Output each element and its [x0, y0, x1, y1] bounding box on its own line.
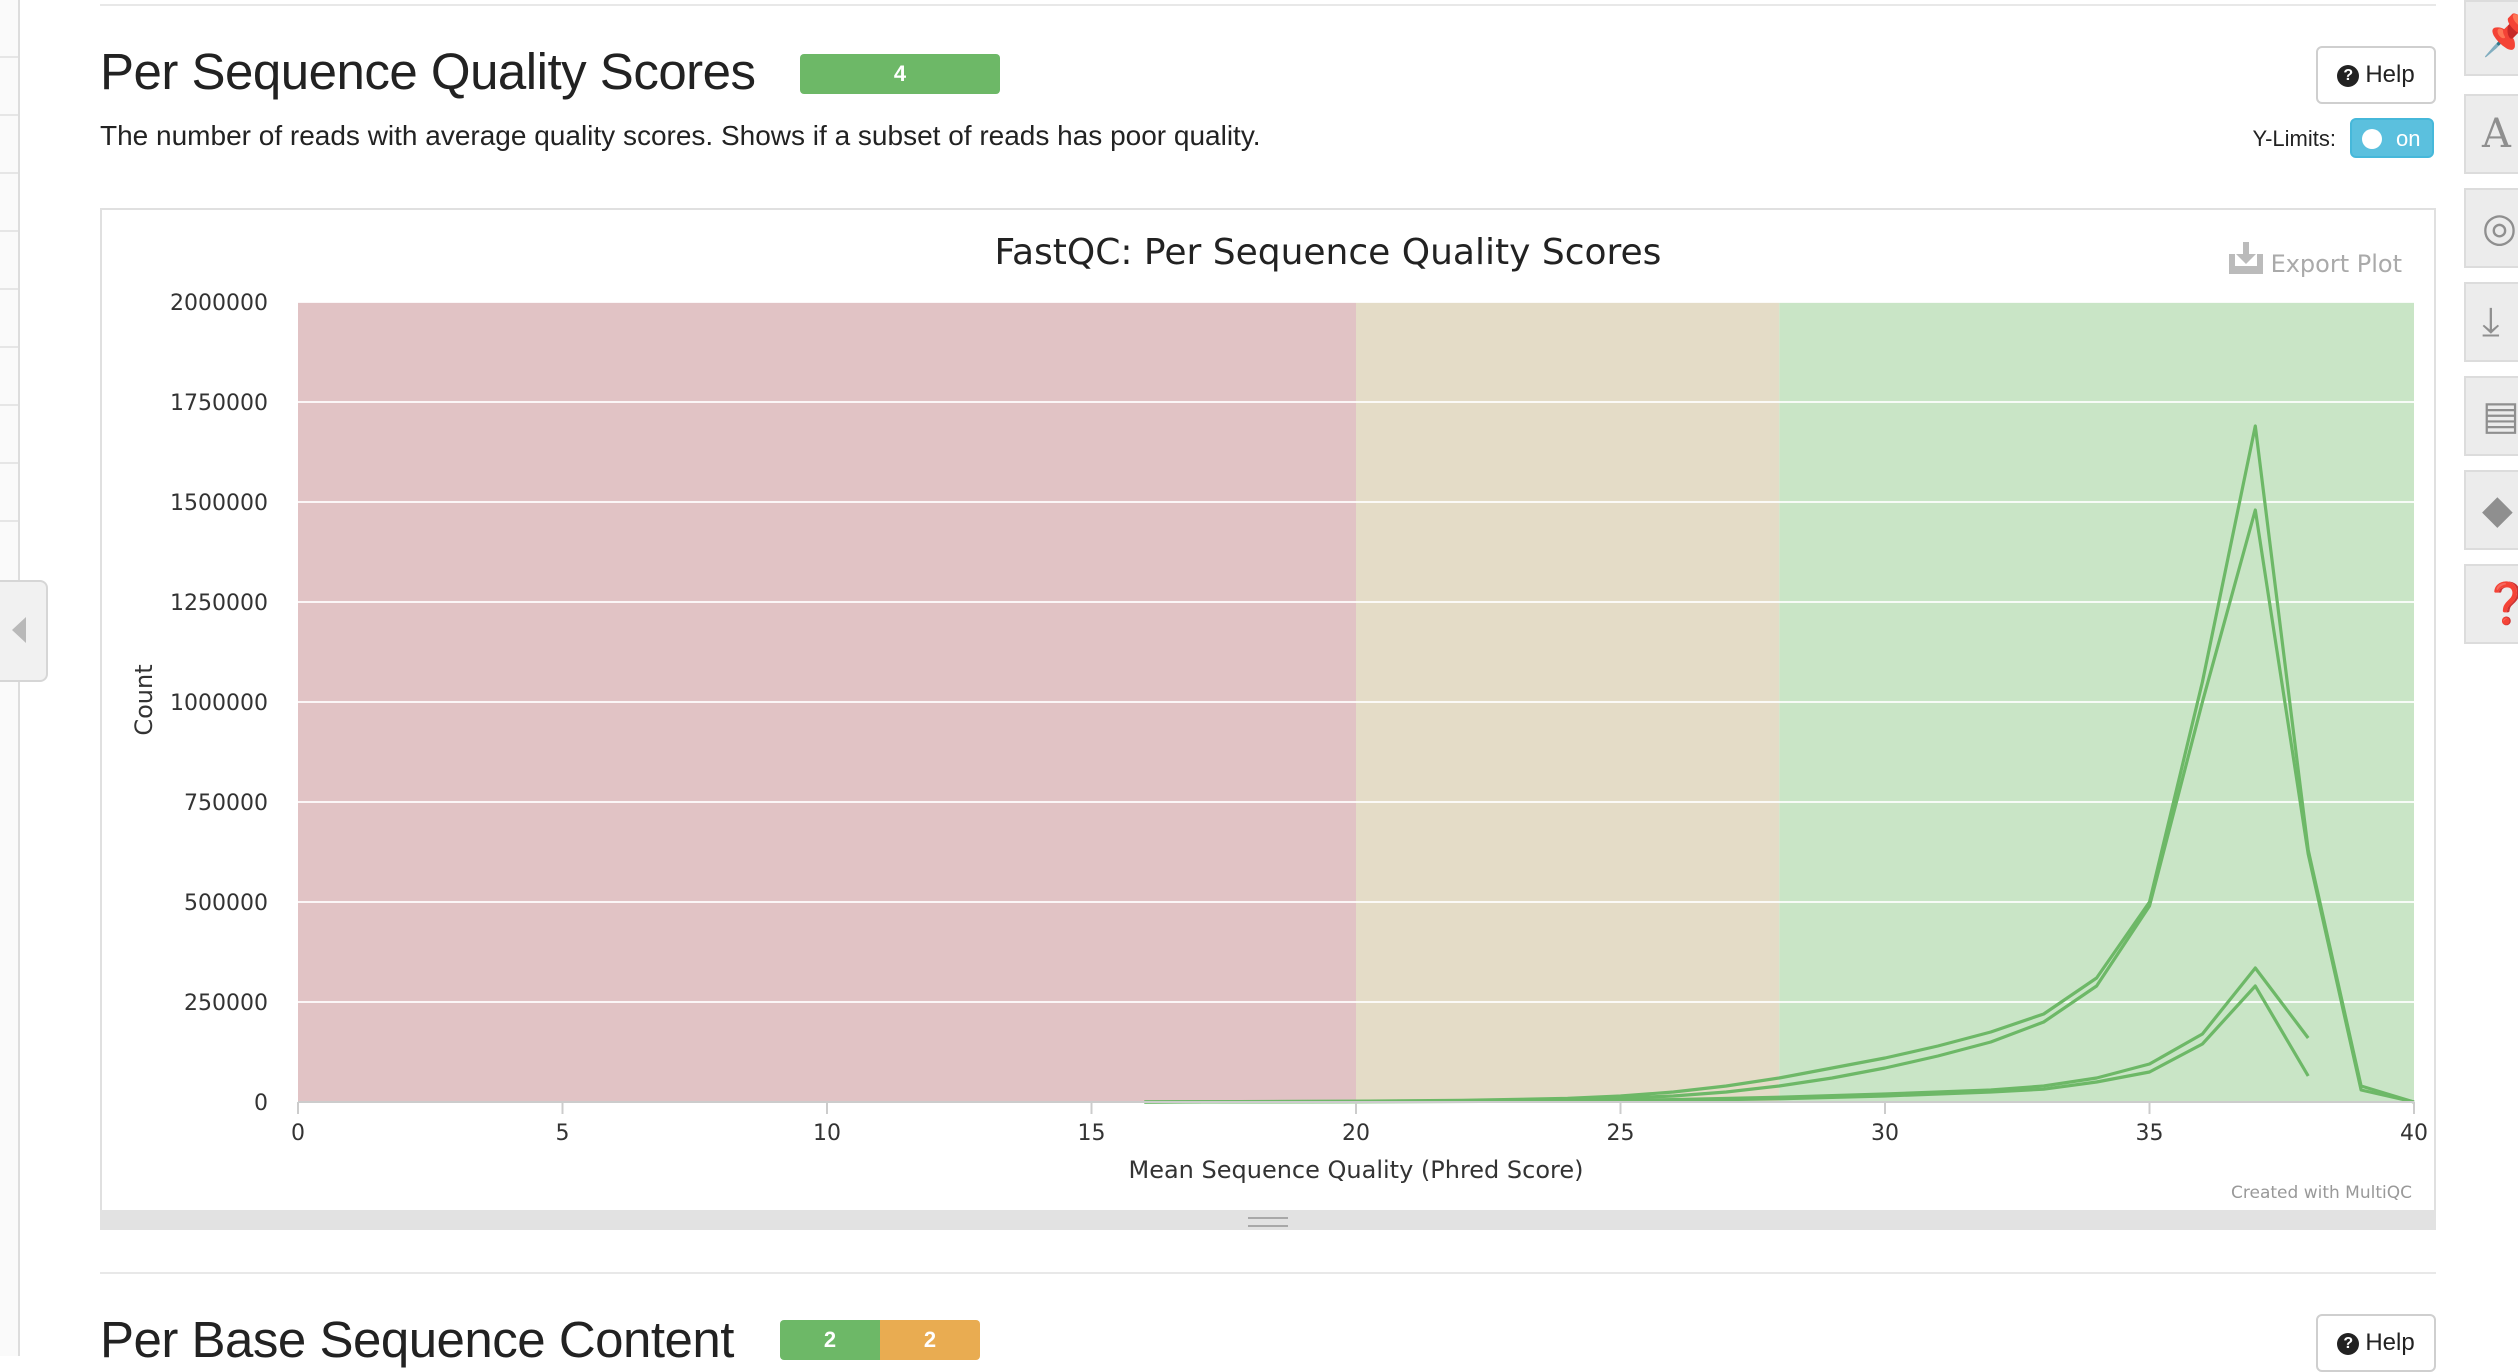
help-button[interactable]: ? Help: [2316, 1314, 2436, 1372]
status-badge-pass[interactable]: 4: [800, 54, 1000, 94]
toolbox-sidebar: 📌 A ◎ ⤓ ▤ ◆ ❓: [2464, 0, 2518, 1356]
question-circle-icon: ?: [2337, 65, 2360, 87]
section-divider: [100, 1272, 2436, 1274]
strip-divider: [0, 230, 18, 232]
status-badge-warn[interactable]: 2: [880, 1320, 980, 1360]
toolbox-hide-button[interactable]: ◎: [2464, 188, 2518, 268]
help-label: Help: [2365, 1329, 2415, 1356]
section-title: Per Base Sequence Content: [100, 1311, 734, 1368]
section-description: The number of reads with average quality…: [100, 120, 1261, 151]
pin-icon: 📌: [2482, 16, 2518, 56]
plot-resize-handle[interactable]: [100, 1210, 2436, 1230]
x-axis-label: Mean Sequence Quality (Phred Score): [1128, 1156, 1583, 1184]
export-plot-label: Export Plot: [2271, 250, 2402, 278]
strip-divider: [0, 288, 18, 290]
x-tick-label: 10: [813, 1121, 841, 1146]
y-tick-label: 1500000: [170, 491, 268, 516]
status-badge-pass[interactable]: 2: [780, 1320, 880, 1360]
question-icon: ❓: [2482, 584, 2518, 624]
toolbox-highlight-button[interactable]: A: [2464, 94, 2518, 174]
y-axis-label: Count: [130, 664, 158, 735]
strip-divider: [0, 56, 18, 58]
strip-divider: [0, 114, 18, 116]
y-tick-label: 1750000: [170, 391, 268, 416]
grip-icon: [1248, 1217, 1288, 1227]
x-tick-label: 40: [2400, 1121, 2428, 1146]
eye-slash-icon: ◎: [2482, 206, 2517, 250]
graduation-cap-icon: ◆: [2482, 488, 2513, 532]
x-tick-label: 5: [556, 1121, 570, 1146]
chevron-left-icon: [12, 617, 26, 643]
plot-container: 0 250000 500000 750000 1000000 1250000 1500000…: [100, 208, 2436, 1212]
toolbox-pin-button[interactable]: 📌: [2464, 0, 2518, 76]
credit-text: Created with MultiQC: [2231, 1183, 2412, 1203]
y-tick-label: 1000000: [170, 691, 268, 716]
question-circle-icon: ?: [2337, 1333, 2360, 1355]
y-tick-label: 750000: [184, 791, 268, 816]
toolbox-help-button[interactable]: ❓: [2464, 564, 2518, 644]
toolbox-export-button[interactable]: ⤓: [2464, 282, 2518, 362]
strip-divider: [0, 172, 18, 174]
export-plot-button[interactable]: Export Plot: [2229, 242, 2402, 278]
strip-divider: [0, 404, 18, 406]
x-axis-ticks: 0 5 10 15 20 25 30 35 40: [291, 1101, 2428, 1146]
x-tick-label: 20: [1342, 1121, 1370, 1146]
y-axis-ticks: 0 250000 500000 750000 1000000 1250000 1500000…: [170, 291, 268, 1116]
y-tick-label: 0: [254, 1091, 268, 1116]
strip-divider: [0, 462, 18, 464]
toolbox-save-button[interactable]: ▤: [2464, 376, 2518, 456]
section-title: Per Sequence Quality Scores: [100, 43, 756, 100]
y-tick-label: 250000: [184, 991, 268, 1016]
strip-divider: [0, 346, 18, 348]
font-icon: A: [2482, 111, 2511, 157]
ylimits-toggle[interactable]: on: [2350, 118, 2434, 158]
quality-score-chart[interactable]: 0 250000 500000 750000 1000000 1250000 1500000…: [102, 210, 2434, 1210]
x-tick-label: 35: [2136, 1121, 2164, 1146]
x-tick-label: 15: [1078, 1121, 1106, 1146]
y-tick-label: 500000: [184, 891, 268, 916]
section-divider: [100, 4, 2436, 6]
download-icon: ⤓: [2482, 300, 2500, 344]
toggle-knob: [2362, 129, 2382, 149]
strip-divider: [0, 520, 18, 522]
sidebar-collapse-toggle[interactable]: [0, 580, 48, 682]
y-tick-label: 1250000: [170, 591, 268, 616]
y-tick-label: 2000000: [170, 291, 268, 316]
x-tick-label: 25: [1607, 1121, 1635, 1146]
chart-title: FastQC: Per Sequence Quality Scores: [995, 232, 1662, 273]
toggle-state-label: on: [2396, 126, 2421, 151]
toolbox-about-button[interactable]: ◆: [2464, 470, 2518, 550]
x-tick-label: 0: [291, 1121, 305, 1146]
help-label: Help: [2365, 61, 2415, 88]
save-icon: ▤: [2482, 394, 2518, 438]
ylimits-label: Y-Limits:: [2252, 126, 2336, 151]
help-button[interactable]: ? Help: [2316, 46, 2436, 104]
x-tick-label: 30: [1871, 1121, 1899, 1146]
download-icon: [2229, 242, 2263, 274]
